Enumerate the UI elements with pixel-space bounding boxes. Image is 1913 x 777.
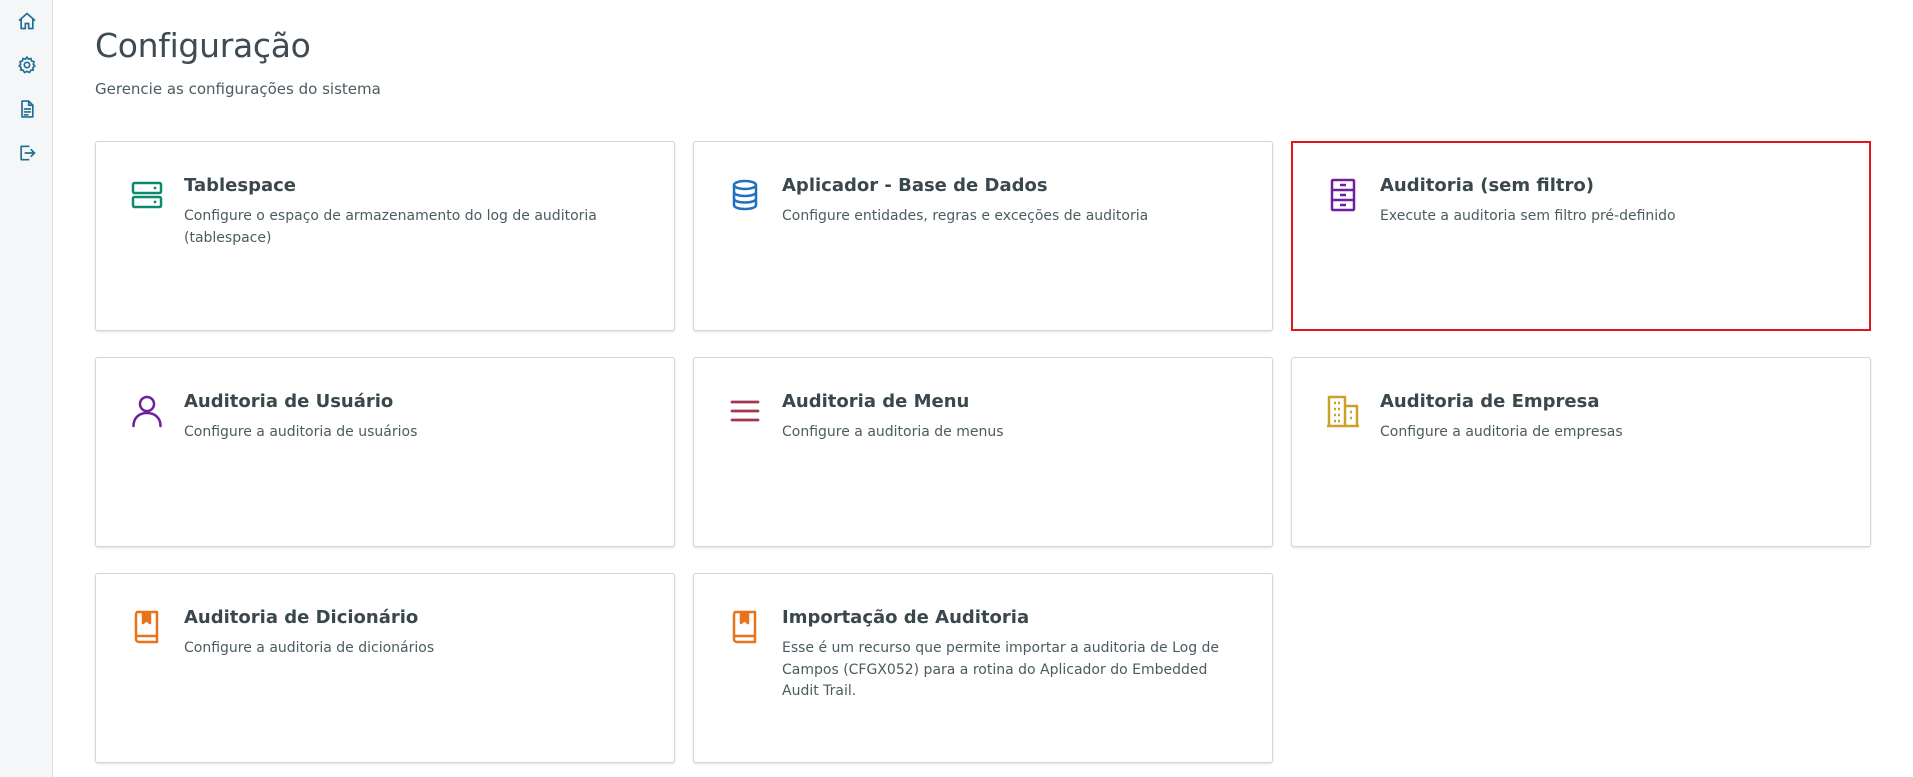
card-title: Tablespace [184, 175, 296, 196]
card-aplicador-base-de-dados[interactable]: Aplicador - Base de Dados Configure enti… [693, 141, 1273, 331]
sidebar-item-documents[interactable] [10, 94, 44, 128]
page-subtitle: Gerencie as configurações do sistema [95, 80, 381, 98]
card-title: Auditoria de Menu [782, 391, 970, 412]
card-description: Configure entidades, regras e exceções d… [782, 208, 1149, 224]
archive-cabinet-icon [1326, 178, 1360, 212]
logout-icon [17, 143, 37, 167]
card-tablespace[interactable]: Tablespace Configure o espaço de armazen… [95, 141, 675, 331]
card-title: Importação de Auditoria [782, 607, 1030, 628]
card-auditoria-de-menu[interactable]: Auditoria de Menu Configure a auditoria … [693, 357, 1273, 547]
building-icon [1326, 394, 1360, 428]
sidebar-item-logout[interactable] [10, 138, 44, 172]
server-icon [130, 178, 164, 212]
gear-icon [17, 55, 37, 79]
card-description: Execute a auditoria sem filtro pré-defin… [1380, 208, 1676, 224]
document-icon [17, 99, 37, 123]
menu-lines-icon [728, 394, 762, 428]
home-icon [17, 11, 37, 35]
card-auditoria-de-usuario[interactable]: Auditoria de Usuário Configure a auditor… [95, 357, 675, 547]
card-auditoria-sem-filtro[interactable]: Auditoria (sem filtro) Execute a auditor… [1291, 141, 1871, 331]
bookmark-book-icon [728, 610, 762, 644]
card-description: Configure a auditoria de menus [782, 424, 1004, 440]
card-title: Aplicador - Base de Dados [782, 175, 1048, 196]
card-auditoria-de-empresa[interactable]: Auditoria de Empresa Configure a auditor… [1291, 357, 1871, 547]
main-content: Configuração Gerencie as configurações d… [54, 0, 1913, 777]
database-icon [728, 178, 762, 212]
card-description: Esse é um recurso que permite importar a… [782, 640, 1220, 699]
card-title: Auditoria de Usuário [184, 391, 394, 412]
card-description: Configure o espaço de armazenamento do l… [184, 208, 597, 246]
card-importacao-de-auditoria[interactable]: Importação de Auditoria Esse é um recurs… [693, 573, 1273, 763]
card-description: Configure a auditoria de usuários [184, 424, 418, 440]
card-title: Auditoria de Empresa [1380, 391, 1600, 412]
page-title: Configuração [95, 26, 311, 65]
card-title: Auditoria (sem filtro) [1380, 175, 1594, 196]
card-auditoria-de-dicionario[interactable]: Auditoria de Dicionário Configure a audi… [95, 573, 675, 763]
card-title: Auditoria de Dicionário [184, 607, 419, 628]
sidebar-item-settings[interactable] [10, 50, 44, 84]
sidebar [0, 0, 53, 777]
sidebar-item-home[interactable] [10, 6, 44, 40]
card-description: Configure a auditoria de dicionários [184, 640, 435, 656]
card-description: Configure a auditoria de empresas [1380, 424, 1623, 440]
user-icon [130, 394, 164, 428]
bookmark-book-icon [130, 610, 164, 644]
